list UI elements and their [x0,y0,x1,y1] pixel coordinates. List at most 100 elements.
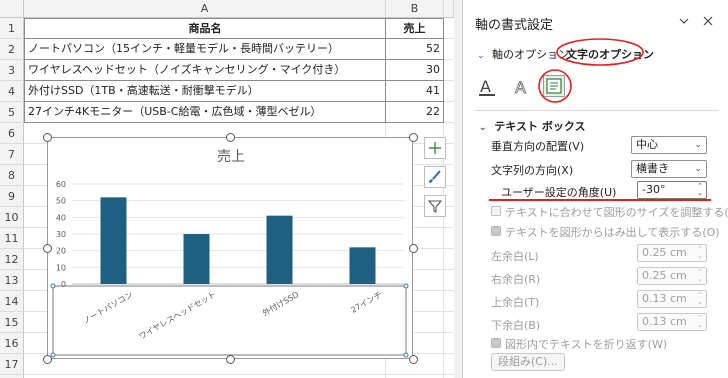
section-textbox[interactable]: ⌄ テキスト ボックス [479,118,586,134]
row-header-6[interactable]: 6 [0,123,24,144]
text-fill-icon: A [479,77,495,96]
cell-sales[interactable]: 52 [386,39,444,60]
overflow-checkbox[interactable] [491,226,501,236]
vertical-align-value: 中心 [636,138,658,151]
vertical-align-select[interactable]: 中心 ⌄ [631,136,707,154]
row-header-14[interactable]: 14 [0,291,24,312]
bar [100,197,127,284]
header-cell-product[interactable]: 商品名 [24,18,386,39]
spreadsheet-grid[interactable]: A B 123456789101112131415161718 商品名売上ノート… [0,0,454,378]
text-direction-label: 文字列の方向(X) [491,164,574,177]
left-margin-value: 0.25 cm [642,246,687,259]
resize-shape-checkbox[interactable] [491,206,501,216]
bottom-margin-input[interactable]: 0.13 cm ⌃ ⌄ [637,313,707,331]
chevron-down-icon: ⌄ [694,140,702,150]
resize-handle[interactable] [42,132,52,142]
spin-arrows-icon[interactable]: ⌃ ⌄ [697,246,703,260]
spin-arrows-icon[interactable]: ⌃ ⌄ [697,269,703,283]
spin-arrows-icon[interactable]: ⌃ ⌄ [697,183,703,197]
row-header-15[interactable]: 15 [0,312,24,333]
y-tick-label: 20 [56,247,66,256]
text-fill-outline-button[interactable]: A [477,76,499,98]
resize-handle[interactable] [42,243,52,253]
pane-title: 軸の書式設定 [475,18,554,33]
top-margin-label: 上余白(T) [491,296,540,309]
select-all-corner[interactable] [0,0,24,18]
bar-chart[interactable]: 売上 0 10 20 30 40 50 60 ノートパソコン ワイヤレスヘッドセット 外付けSSD 2… [47,137,413,359]
bar [183,234,210,284]
row-header-10[interactable]: 10 [0,207,24,228]
axis-handle [403,283,409,289]
gridline [24,374,454,375]
text-effects-button[interactable]: A [511,76,533,98]
resize-handle[interactable] [225,132,235,142]
filter-icon [427,200,443,213]
chart-canvas: 売上 0 10 20 30 40 50 60 ノートパソコン ワイヤレスヘッドセット 外付けSSD 2… [50,149,409,358]
divider [475,110,719,111]
row-header-9[interactable]: 9 [0,186,24,207]
chart-elements-button[interactable] [424,137,446,159]
resize-handle[interactable] [408,243,418,253]
header-cell-sales[interactable]: 売上 [386,18,444,39]
columns-button[interactable]: 段組み(C)... [491,353,565,371]
row-header-17[interactable]: 17 [0,354,24,375]
format-axis-pane: 軸の書式設定 ⌄ 軸のオプション 文字のオプション A A ⌄ テキスト ボック… [462,0,728,378]
right-margin-value: 0.25 cm [642,269,687,282]
row-header-2[interactable]: 2 [0,39,24,60]
cell-product[interactable]: ワイヤレスヘッドセット（ノイズキャンセリング・マイク付き） [24,60,386,81]
cell-product[interactable]: 外付けSSD（1TB・高速転送・耐衝撃モデル） [24,81,386,102]
pane-splitter[interactable] [454,0,462,378]
close-icon[interactable] [699,12,717,30]
overflow-label: テキストを図形からはみ出して表示する(O) [505,226,720,239]
top-margin-input[interactable]: 0.13 cm ⌃ ⌄ [637,290,707,308]
plus-icon [429,142,441,154]
text-effects-icon: A [515,78,527,98]
axis-handle [403,352,409,358]
row-header-4[interactable]: 4 [0,81,24,102]
row-header-13[interactable]: 13 [0,270,24,291]
spin-arrows-icon[interactable]: ⌃ ⌄ [697,315,703,329]
brush-icon [429,170,441,183]
highlight-circle [538,69,572,103]
text-direction-select[interactable]: 横書き ⌄ [631,160,707,178]
cell-product[interactable]: ノートパソコン（15インチ・軽量モデル・長時間バッテリー） [24,39,386,60]
row-header-12[interactable]: 12 [0,249,24,270]
column-header-c[interactable] [444,0,454,18]
resize-handle[interactable] [225,354,235,364]
row-header-3[interactable]: 3 [0,60,24,81]
right-margin-label: 右余白(R) [491,273,541,286]
y-tick-label: 30 [56,230,66,239]
left-margin-input[interactable]: 0.25 cm ⌃ ⌄ [637,244,707,262]
row-header-16[interactable]: 16 [0,333,24,354]
vertical-align-label: 垂直方向の配置(V) [491,140,585,153]
chart-filters-button[interactable] [424,195,446,217]
cell-sales[interactable]: 30 [386,60,444,81]
chevron-down-icon[interactable] [675,12,693,30]
custom-angle-input[interactable]: -30° ⌃ ⌄ [637,181,707,199]
column-header-a[interactable]: A [24,0,386,18]
row-header-5[interactable]: 5 [0,102,24,123]
spin-arrows-icon[interactable]: ⌃ ⌄ [697,292,703,306]
column-header-b[interactable]: B [386,0,444,18]
resize-handle[interactable] [42,354,52,364]
row-header-7[interactable]: 7 [0,144,24,165]
cell-product[interactable]: 27インチ4Kモニター（USB-C給電・広色域・薄型ベゼル） [24,102,386,123]
custom-angle-value: -30° [642,183,666,196]
chevron-down-icon: ⌄ [479,123,487,133]
svg-text:A: A [515,78,526,97]
resize-handle[interactable] [408,132,418,142]
row-header-8[interactable]: 8 [0,165,24,186]
chevron-down-icon: ⌄ [477,51,485,61]
chart-styles-button[interactable] [424,166,446,188]
cell-sales[interactable]: 22 [386,102,444,123]
cell-sales[interactable]: 41 [386,81,444,102]
right-margin-input[interactable]: 0.25 cm ⌃ ⌄ [637,267,707,285]
resize-shape-label: テキストに合わせて図形のサイズを調整する(F) [505,206,728,219]
chart-title: 売上 [217,149,245,165]
row-header-11[interactable]: 11 [0,228,24,249]
row-header-1[interactable]: 1 [0,18,24,39]
resize-handle[interactable] [408,354,418,364]
bar [266,215,293,284]
bar [349,247,376,284]
wrap-text-checkbox[interactable] [491,338,501,348]
